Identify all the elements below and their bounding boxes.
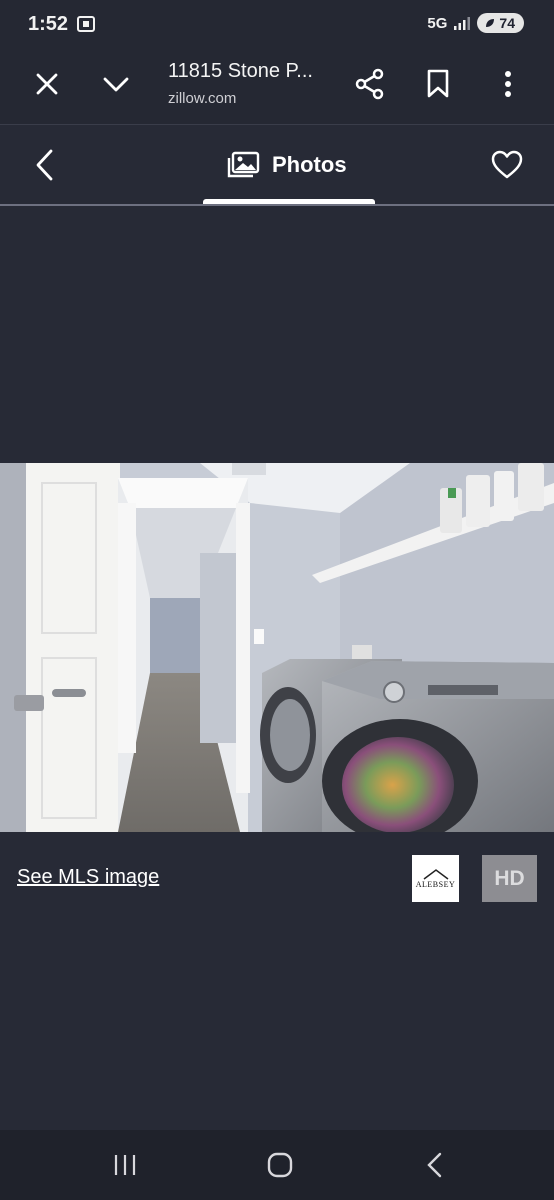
heart-icon[interactable] [490, 149, 524, 181]
browser-toolbar: 11815 Stone P... zillow.com [0, 52, 554, 125]
system-nav-bar [0, 1130, 554, 1200]
battery-saver-icon [486, 19, 495, 27]
more-vert-icon[interactable] [496, 69, 520, 99]
house-icon [423, 869, 448, 880]
laundry-room-image [0, 463, 554, 832]
hd-button[interactable]: HD [482, 855, 537, 902]
home-icon[interactable] [266, 1151, 294, 1179]
page-domain[interactable]: zillow.com [168, 90, 236, 107]
listing-photo[interactable] [0, 463, 554, 832]
close-icon[interactable] [34, 71, 60, 97]
tab-photos[interactable]: Photos [226, 151, 347, 179]
chevron-down-icon[interactable] [102, 71, 130, 97]
page-title[interactable]: 11815 Stone P... [168, 60, 313, 83]
photos-icon [227, 151, 260, 178]
chevron-left-icon[interactable] [30, 147, 60, 183]
battery-level: 74 [499, 15, 515, 31]
status-bar: 1:52 5G 74 [0, 0, 554, 52]
header-divider [0, 204, 554, 206]
photo-viewer-header: Photos [0, 125, 554, 205]
see-mls-image-link[interactable]: See MLS image [17, 866, 159, 889]
agency-logo-text: ALEBSEY [415, 880, 456, 889]
agency-logo[interactable]: ALEBSEY [412, 855, 459, 902]
recent-apps-icon[interactable] [112, 1153, 138, 1177]
status-indicators: 5G 74 [427, 13, 524, 33]
battery-indicator: 74 [477, 13, 524, 33]
network-label: 5G [427, 14, 448, 32]
share-icon[interactable] [355, 68, 385, 100]
status-time: 1:52 [28, 13, 69, 35]
bookmark-icon[interactable] [426, 69, 450, 99]
screenshot-icon [77, 16, 95, 32]
signal-icon [454, 17, 471, 30]
nav-back-icon[interactable] [424, 1151, 446, 1179]
tab-photos-label: Photos [272, 152, 347, 177]
